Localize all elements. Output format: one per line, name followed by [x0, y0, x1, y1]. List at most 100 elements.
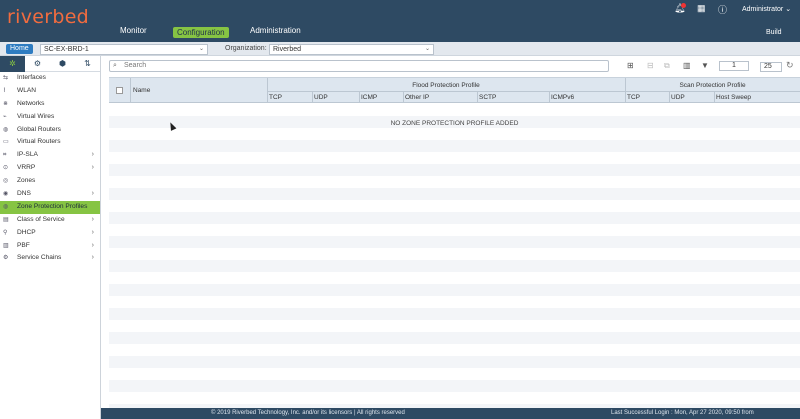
table-row: [109, 140, 800, 152]
appliance-value: SC-EX-BRD-1: [44, 46, 89, 53]
top-header: riverbed Monitor Configuration Administr…: [0, 0, 800, 42]
sidebar: ✲ ⚙ ⬢ ⇅ ⇆ Interfaces ⌇ WLAN ⋇ Networks ⌁ Virtua…: [0, 56, 101, 419]
sidebar-item[interactable]: ◉ DNS ›: [0, 188, 100, 201]
grid-icon[interactable]: ▦: [697, 3, 706, 14]
table-row: [109, 212, 800, 224]
search-input[interactable]: ⌕ Search: [109, 60, 609, 72]
sidebar-item[interactable]: ⚲ DHCP ›: [0, 227, 100, 240]
table-row: [109, 332, 800, 344]
sidebar-item-icon: ◎: [3, 178, 9, 185]
chevron-down-icon: ⌄: [424, 46, 430, 52]
table-row: [109, 344, 800, 356]
sidebar-item-icon: ◍: [3, 203, 9, 210]
scan-col-header[interactable]: TCP: [627, 94, 640, 101]
notification-badge: [681, 3, 686, 8]
nav-monitor[interactable]: Monitor: [120, 26, 147, 35]
chevron-right-icon: ›: [91, 151, 94, 159]
col-divider: [669, 91, 670, 103]
name-header[interactable]: Name: [133, 87, 150, 94]
info-icon[interactable]: ⓘ: [718, 3, 727, 16]
scan-col-header[interactable]: Host Sweep: [716, 94, 751, 101]
sidebar-item[interactable]: ⌁ Virtual Wires: [0, 111, 100, 124]
delete-icon[interactable]: ⊟: [647, 61, 654, 70]
group-divider: [267, 91, 800, 92]
sidebar-item-icon: ▤: [3, 216, 9, 223]
sidebar-item[interactable]: ▥ PBF ›: [0, 240, 100, 253]
user-menu[interactable]: Administrator ⌄: [742, 5, 791, 13]
flood-col-header[interactable]: TCP: [269, 94, 282, 101]
sidebar-item-label: DHCP: [17, 228, 36, 236]
sidebar-item[interactable]: ◍ Global Routers: [0, 124, 100, 137]
columns-icon[interactable]: ▥: [683, 61, 691, 70]
table-row: [109, 236, 800, 248]
flood-col-header[interactable]: ICMPv6: [551, 94, 574, 101]
search-placeholder: Search: [124, 62, 147, 69]
sidebar-item[interactable]: ◎ Zones: [0, 175, 100, 188]
home-button[interactable]: Home: [6, 44, 33, 54]
scan-col-header[interactable]: UDP: [671, 94, 685, 101]
chevron-right-icon: ›: [91, 254, 94, 262]
sidebar-item[interactable]: ⇆ Interfaces: [0, 72, 100, 85]
appliance-select[interactable]: SC-EX-BRD-1 ⌄: [40, 44, 208, 55]
page-number-input[interactable]: 1: [719, 61, 749, 71]
chevron-right-icon: ›: [91, 241, 94, 249]
sidebar-item-label: PBF: [17, 241, 30, 249]
add-icon[interactable]: ⊞: [627, 61, 634, 70]
sidebar-item[interactable]: ▭ Virtual Routers: [0, 136, 100, 149]
nav-administration[interactable]: Administration: [250, 26, 301, 35]
organization-value: Riverbed: [273, 46, 302, 53]
filter-icon[interactable]: ▼: [701, 61, 709, 70]
sidebar-item-icon: ◍: [3, 126, 9, 133]
select-all-checkbox[interactable]: [116, 87, 123, 94]
col-divider: [359, 91, 360, 103]
sidebar-item-icon: ⌁: [3, 113, 7, 120]
flood-group-header: Flood Protection Profile: [412, 82, 480, 89]
scan-group-header: Scan Protection Profile: [679, 82, 746, 89]
refresh-icon[interactable]: ↻: [786, 60, 794, 71]
sidebar-item-label: Networks: [17, 99, 45, 107]
sidebar-item-label: Class of Service: [17, 215, 65, 223]
profiles-table: Name Flood Protection Profile Scan Prote…: [109, 77, 800, 416]
gear-tab-icon[interactable]: ⚙: [25, 56, 50, 72]
flood-col-header[interactable]: SCTP: [479, 94, 496, 101]
flood-col-header[interactable]: ICMP: [361, 94, 377, 101]
col-divider: [312, 91, 313, 103]
table-row: [109, 164, 800, 176]
shield-tab-icon[interactable]: ⬢: [50, 56, 75, 72]
sidebar-item[interactable]: ⊙ VRRP ›: [0, 162, 100, 175]
sidebar-item[interactable]: ⌇ WLAN: [0, 85, 100, 98]
sidebar-item-icon: ▥: [3, 242, 9, 249]
sidebar-item[interactable]: ⚙ Service Chains ›: [0, 252, 100, 265]
empty-message: NO ZONE PROTECTION PROFILE ADDED: [390, 120, 519, 127]
table-row: [109, 368, 800, 380]
main-panel: ⌕ Search ⊞ ⊟ ⧉ ▥ ▼ 1 25 ↻ Name Flood Pro…: [101, 56, 800, 416]
nav-configuration[interactable]: Configuration: [173, 27, 229, 38]
flood-col-header[interactable]: Other IP: [405, 94, 429, 101]
sidebar-item-icon: ⚙: [3, 255, 9, 262]
table-row: [109, 104, 800, 116]
sidebar-item[interactable]: ⌗ IP-SLA ›: [0, 149, 100, 162]
flood-col-header[interactable]: UDP: [314, 94, 328, 101]
sidebar-item-label: Zone Protection Profiles: [17, 202, 88, 210]
table-header: Name Flood Protection Profile Scan Prote…: [109, 78, 800, 103]
clone-icon[interactable]: ⧉: [664, 61, 670, 71]
build-link[interactable]: Build: [766, 29, 782, 36]
col-divider: [477, 91, 478, 103]
chevron-right-icon: ›: [91, 228, 94, 236]
col-divider: [130, 78, 131, 103]
riverbed-logo[interactable]: riverbed: [7, 6, 89, 28]
network-tab-icon[interactable]: ✲: [0, 56, 25, 72]
organization-select[interactable]: Riverbed ⌄: [269, 44, 434, 55]
sidebar-item[interactable]: ◍ Zone Protection Profiles: [0, 200, 100, 214]
sidebar-item-label: VRRP: [17, 164, 36, 172]
sidebar-item[interactable]: ▤ Class of Service ›: [0, 214, 100, 227]
sidebar-item-label: DNS: [17, 190, 31, 198]
breadcrumb: Home SC-EX-BRD-1 ⌄ Organization: Riverbe…: [0, 42, 800, 56]
sidebar-tabs: ✲ ⚙ ⬢ ⇅: [0, 56, 100, 72]
services-tab-icon[interactable]: ⇅: [75, 56, 100, 72]
sidebar-item[interactable]: ⋇ Networks: [0, 98, 100, 111]
sidebar-item-icon: ⋇: [3, 100, 9, 107]
per-page-select[interactable]: 25: [760, 62, 782, 72]
sidebar-item-icon: ⌇: [3, 87, 6, 94]
sidebar-item-label: IP-SLA: [17, 151, 38, 159]
